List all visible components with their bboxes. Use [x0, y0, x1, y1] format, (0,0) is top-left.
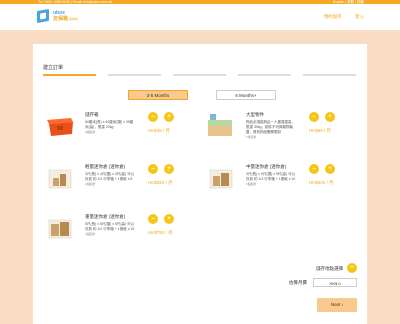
tab-3-5-months[interactable]: 3-5 Months [128, 90, 188, 100]
item-large-object: 大型物件 物品必須能夠由一人搬運重量，限重 30kg，細件不可與雜物裝置，具有物… [206, 112, 356, 148]
storage-location-label: 儲存地點選擇 [316, 266, 343, 271]
total-label: 估算月費 [289, 280, 307, 285]
box-image [45, 112, 75, 140]
storage-location-button[interactable]: + [347, 263, 357, 273]
step-4 [238, 74, 291, 76]
minus-button[interactable]: – [309, 112, 319, 122]
brand-tag: 迷你倉 [69, 17, 79, 21]
plus-button[interactable]: + [164, 112, 174, 122]
step-progress [43, 74, 357, 76]
item-price: HK$69 / 月 [309, 128, 332, 133]
next-label: Next [330, 302, 341, 307]
item-name: 輕量迷你倉 (迷你倉) [85, 164, 126, 169]
nav-login[interactable]: 登入 [355, 14, 364, 19]
item-price: HK$750 / 月 [148, 230, 173, 235]
tab-6-months[interactable]: 6 Months+ [216, 90, 276, 100]
light-storage-image [45, 164, 75, 192]
total-value: HK$ 0 [313, 278, 357, 287]
item-desc: 3尺(長) x 5尺(闊) x 5尺(高) 可以存放 約 1/3 行李箱 + 1… [246, 172, 296, 186]
item-light-storage: 輕量迷你倉 (迷你倉) 3尺(長) x 4尺(闊) x 3尺(高) 可以存放 約… [45, 164, 195, 200]
item-price: HK$320 / 月 [148, 180, 173, 185]
item-price: HK$520 / 月 [309, 180, 334, 185]
brand-cn[interactable]: 友保箱 [53, 16, 68, 22]
item-medium-storage: 中量迷你倉 (迷你倉) 3尺(長) x 5尺(闊) x 5尺(高) 可以存放 約… [206, 164, 356, 200]
item-desc: 60厘米(長) x 40厘米(闊) x 35厘米(高)，限重 20kg 1箱起計 [85, 120, 134, 134]
minus-button[interactable]: – [309, 164, 319, 174]
page-title: 建立訂單 [43, 65, 64, 71]
step-5 [303, 74, 356, 76]
chevron-right-icon: › [341, 302, 344, 307]
plus-button[interactable]: + [325, 112, 335, 122]
item-desc: 5尺(長) x 6尺(闊) x 5尺(高) 可以存放 約 1/2 行李箱 + 1… [85, 222, 135, 236]
minus-button[interactable]: – [148, 112, 158, 122]
plus-button[interactable]: + [325, 164, 335, 174]
item-desc: 物品必須能夠由一人搬運重量，限重 30kg，細件不可與雜物裝置，具有物品體積限制… [246, 120, 295, 139]
item-name: 中量迷你倉 (迷你倉) [246, 164, 287, 169]
item-desc: 3尺(長) x 4尺(闊) x 3尺(高) 可以存放 約 1/2 行李箱 + 1… [85, 172, 135, 186]
step-1 [43, 74, 96, 76]
item-heavy-storage: 重量迷你倉 (迷你倉) 5尺(長) x 6尺(闊) x 5尺(高) 可以存放 約… [45, 214, 195, 250]
item-name: 重量迷你倉 (迷你倉) [85, 214, 126, 219]
plus-button[interactable]: + [164, 164, 174, 174]
item-name: 大型物件 [246, 112, 264, 117]
bed-image [206, 112, 236, 140]
main-nav: 預約儲存 登入 [312, 14, 364, 20]
site-header: ubox 友保箱 迷你倉 預約儲存 登入 [0, 4, 400, 30]
order-card: 建立訂單 3-5 Months 6 Months+ 儲存箱 60厘米(長) x … [33, 44, 367, 324]
step-2 [108, 74, 161, 76]
item-name: 儲存箱 [85, 112, 99, 117]
heavy-storage-image [45, 214, 75, 242]
medium-storage-image [206, 164, 236, 192]
plus-button[interactable]: + [164, 214, 174, 224]
logo-icon[interactable] [37, 8, 51, 24]
minus-button[interactable]: – [148, 214, 158, 224]
minus-button[interactable]: – [148, 164, 158, 174]
item-price: HK$45 / 月 [148, 128, 171, 133]
next-button[interactable]: Next › [317, 298, 357, 312]
step-3 [173, 74, 226, 76]
nav-book[interactable]: 預約儲存 [324, 14, 342, 19]
item-storage-box: 儲存箱 60厘米(長) x 40厘米(闊) x 35厘米(高)，限重 20kg … [45, 112, 195, 148]
